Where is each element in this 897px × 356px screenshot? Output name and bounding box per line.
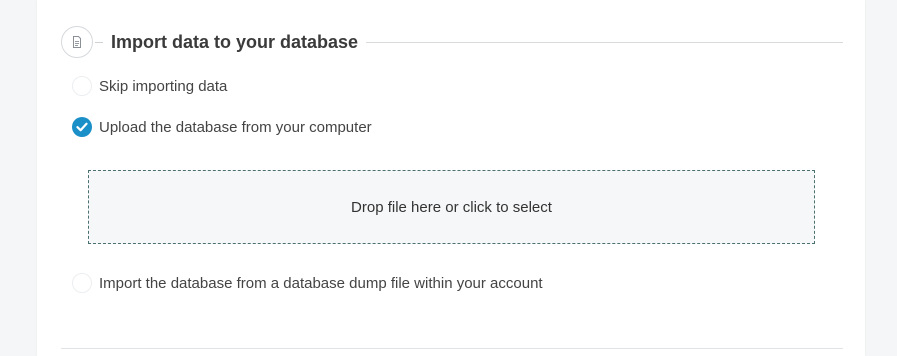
import-card: Import data to your database Skip import… xyxy=(37,0,865,356)
option-label: Skip importing data xyxy=(99,77,228,95)
file-dropzone[interactable]: Drop file here or click to select xyxy=(88,170,815,244)
section-header: Import data to your database xyxy=(61,25,843,59)
section-title: Import data to your database xyxy=(111,31,359,52)
header-divider xyxy=(366,41,843,43)
option-skip-import[interactable]: Skip importing data xyxy=(72,76,227,96)
document-icon xyxy=(61,26,93,58)
radio-upload-computer[interactable] xyxy=(72,117,92,137)
option-label: Upload the database from your computer xyxy=(99,118,372,136)
checkmark-icon xyxy=(76,122,88,132)
option-label: Import the database from a database dump… xyxy=(99,274,543,292)
option-upload-computer[interactable]: Upload the database from your computer xyxy=(72,117,372,137)
radio-skip-import[interactable] xyxy=(72,76,92,96)
header-connector xyxy=(95,41,103,43)
radio-import-dump[interactable] xyxy=(72,273,92,293)
dropzone-text: Drop file here or click to select xyxy=(351,198,552,216)
option-import-dump[interactable]: Import the database from a database dump… xyxy=(72,273,543,293)
section-divider xyxy=(61,348,843,349)
